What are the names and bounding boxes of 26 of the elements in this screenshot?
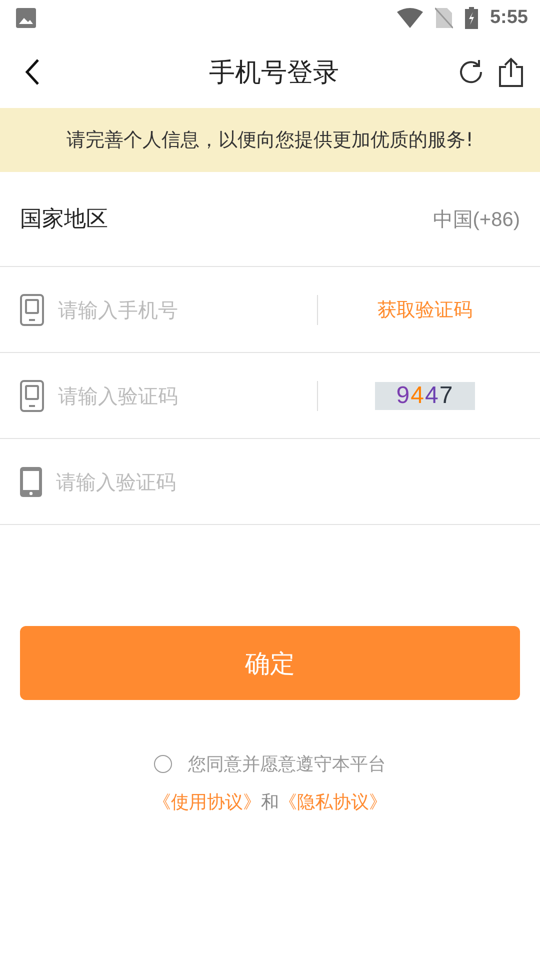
terms-link[interactable]: 《使用协议》 [153, 790, 261, 814]
region-label: 国家地区 [20, 206, 109, 234]
agree-radio[interactable] [154, 755, 172, 773]
captcha-image[interactable]: 9447 [375, 382, 475, 410]
page-title: 手机号登录 [208, 56, 340, 90]
region-value[interactable]: 中国(+86) [432, 206, 520, 232]
notice-text: 请完善个人信息，以便向您提供更加优质的服务! [66, 128, 474, 153]
share-icon[interactable] [498, 57, 524, 87]
input-field[interactable]: 请输入验证码 [54, 468, 520, 494]
clock: 5:55 [490, 7, 528, 29]
input-field[interactable]: 请输入手机号 [56, 296, 305, 322]
no-sim-icon [434, 7, 453, 29]
phone-icon [20, 466, 42, 496]
confirm-button[interactable]: 确定 [20, 626, 520, 700]
privacy-link[interactable]: 《隐私协议》 [279, 790, 387, 814]
battery-icon [464, 7, 478, 29]
tablet-icon [20, 294, 44, 326]
image-icon [16, 8, 36, 28]
wifi-icon [396, 8, 423, 28]
get-code-button[interactable]: 获取验证码 [378, 296, 472, 322]
back-icon[interactable] [24, 58, 40, 86]
input-field[interactable]: 请输入验证码 [56, 382, 305, 408]
agreement-text: 您同意并愿意遵守本平台 [188, 753, 386, 776]
conjunction-text: 和 [261, 791, 279, 814]
refresh-icon[interactable] [458, 59, 484, 85]
tablet-icon [20, 380, 44, 412]
